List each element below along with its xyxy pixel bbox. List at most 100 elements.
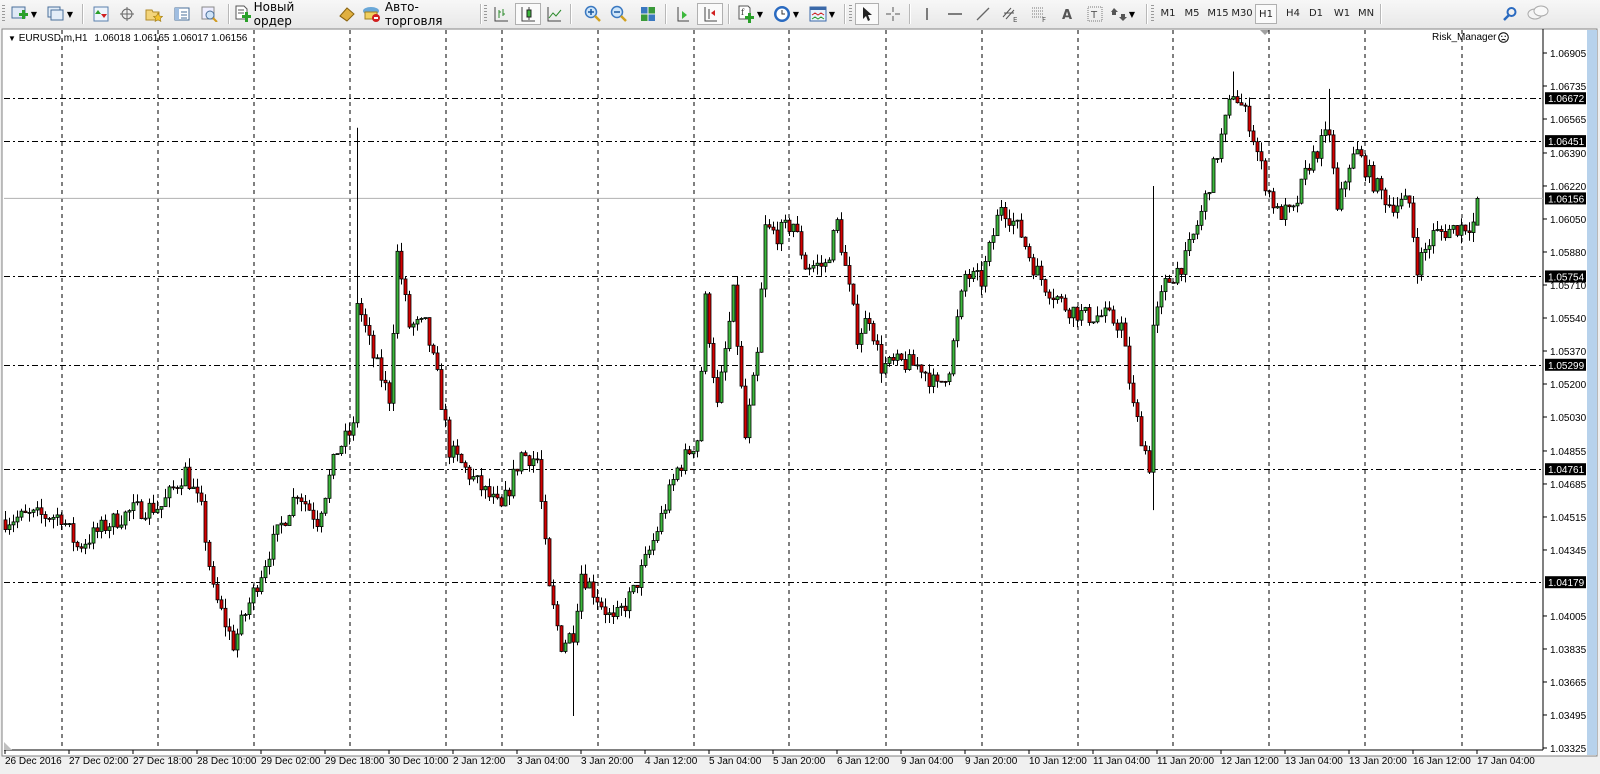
candle-bear [539, 459, 544, 502]
candle-bear [1371, 164, 1376, 192]
candle-bull [915, 364, 920, 367]
collapse-triangle-icon[interactable]: ▼ [8, 34, 16, 43]
candle-bear [315, 518, 320, 528]
candle-bear [171, 486, 176, 489]
candle-bull [827, 259, 832, 264]
candle-bull [1435, 229, 1440, 231]
candle-bear [1463, 224, 1468, 232]
candle-bull [859, 332, 864, 345]
candle-bull [1071, 306, 1076, 319]
time-label: 28 Dec 10:00 [197, 756, 257, 767]
candle-bear [843, 251, 848, 266]
candle-bear [151, 502, 156, 513]
candle-bull [627, 591, 632, 612]
candle-bull [91, 527, 96, 544]
candle-bull [719, 371, 724, 403]
candle-bear [1171, 281, 1176, 284]
candle-bear [39, 507, 44, 515]
candle-bull [107, 526, 112, 531]
candle-bull [883, 363, 888, 374]
chart-header: ▼ EURUSD,m,H1 1.06018 1.06165 1.06017 1.… [8, 33, 247, 44]
price-label: 1.06735 [1550, 82, 1587, 93]
time-label: 12 Jan 12:00 [1221, 756, 1279, 767]
chart-frame [1, 28, 1598, 757]
candle-bull [727, 320, 732, 349]
candle-bull [1355, 149, 1360, 155]
price-label: 1.06050 [1550, 215, 1587, 226]
candle-bear [583, 573, 588, 589]
time-label: 13 Jan 04:00 [1285, 756, 1343, 767]
candle-bull [615, 607, 620, 617]
candle-bear [211, 566, 216, 585]
candle-bull [639, 565, 644, 588]
candle-bear [535, 458, 540, 461]
time-label: 13 Jan 20:00 [1349, 756, 1407, 767]
price-label: 1.04345 [1550, 546, 1587, 557]
candle-bull [1275, 206, 1280, 209]
candle-bull [831, 230, 836, 261]
candle-bull [247, 602, 252, 615]
candle-bear [443, 409, 448, 421]
candle-bull [423, 317, 428, 319]
candle-bull [1015, 219, 1020, 222]
candle-bull [959, 290, 964, 318]
candle-bull [243, 614, 248, 616]
candle-bull [251, 587, 256, 604]
candle-bear [1411, 202, 1416, 238]
candle-bear [687, 449, 692, 455]
candle-bull [471, 476, 476, 480]
indicator-label[interactable]: Risk_Manager [1432, 32, 1510, 43]
candle-bear [551, 585, 556, 606]
candle-bull [339, 445, 344, 454]
candle-bull [1203, 193, 1208, 212]
candle-bull [1079, 310, 1084, 321]
candle-bear [1063, 297, 1068, 311]
candle-bear [1439, 229, 1444, 232]
candle-bull [1323, 129, 1328, 136]
candle-bear [1379, 178, 1384, 191]
candle-bear [3, 519, 8, 530]
candle-bull [267, 558, 272, 567]
candle-bear [935, 374, 940, 382]
candle-bull [951, 340, 956, 375]
candle-bear [1335, 167, 1340, 210]
candle-bull [155, 508, 160, 513]
candle-bull [1231, 96, 1236, 100]
candle-bear [1059, 296, 1064, 299]
candle-bear [1003, 206, 1008, 220]
chart-window[interactable]: 1.06905 1.06735 1.06565 1.06390 1.06220 1.060… [0, 0, 1600, 774]
candle-bull [191, 486, 196, 490]
candle-bull [343, 430, 348, 447]
candle-bear [919, 364, 924, 373]
candle-bear [879, 344, 884, 374]
candle-bear [383, 379, 388, 384]
candle-bull [271, 533, 276, 560]
candle-bull [1119, 322, 1124, 331]
vertical-scrollbar[interactable] [1587, 30, 1597, 755]
candle-bear [1111, 309, 1116, 324]
candle-bull [259, 577, 264, 592]
candle-bull [955, 316, 960, 342]
candle-bear [79, 546, 84, 549]
time-label: 2 Jan 12:00 [453, 756, 506, 767]
candle-bull [7, 524, 12, 530]
candle-bull [1095, 315, 1100, 323]
candle-bear [867, 318, 872, 324]
time-label: 6 Jan 12:00 [837, 756, 890, 767]
candle-bear [1363, 155, 1368, 178]
candle-bear [891, 357, 896, 361]
candle-bull [419, 318, 424, 320]
candle-bull [55, 514, 60, 518]
time-label: 29 Dec 02:00 [261, 756, 321, 767]
candle-bear [523, 452, 528, 457]
candle-bear [527, 455, 532, 467]
candle-bear [43, 514, 48, 519]
candle-bull [335, 453, 340, 455]
candle-bear [227, 626, 232, 632]
time-label: 29 Dec 18:00 [325, 756, 385, 767]
candle-bull [759, 288, 764, 353]
candle-bull [147, 502, 152, 519]
candle-bear [899, 353, 904, 360]
candle-bull [835, 219, 840, 231]
candle-bull [723, 348, 728, 373]
